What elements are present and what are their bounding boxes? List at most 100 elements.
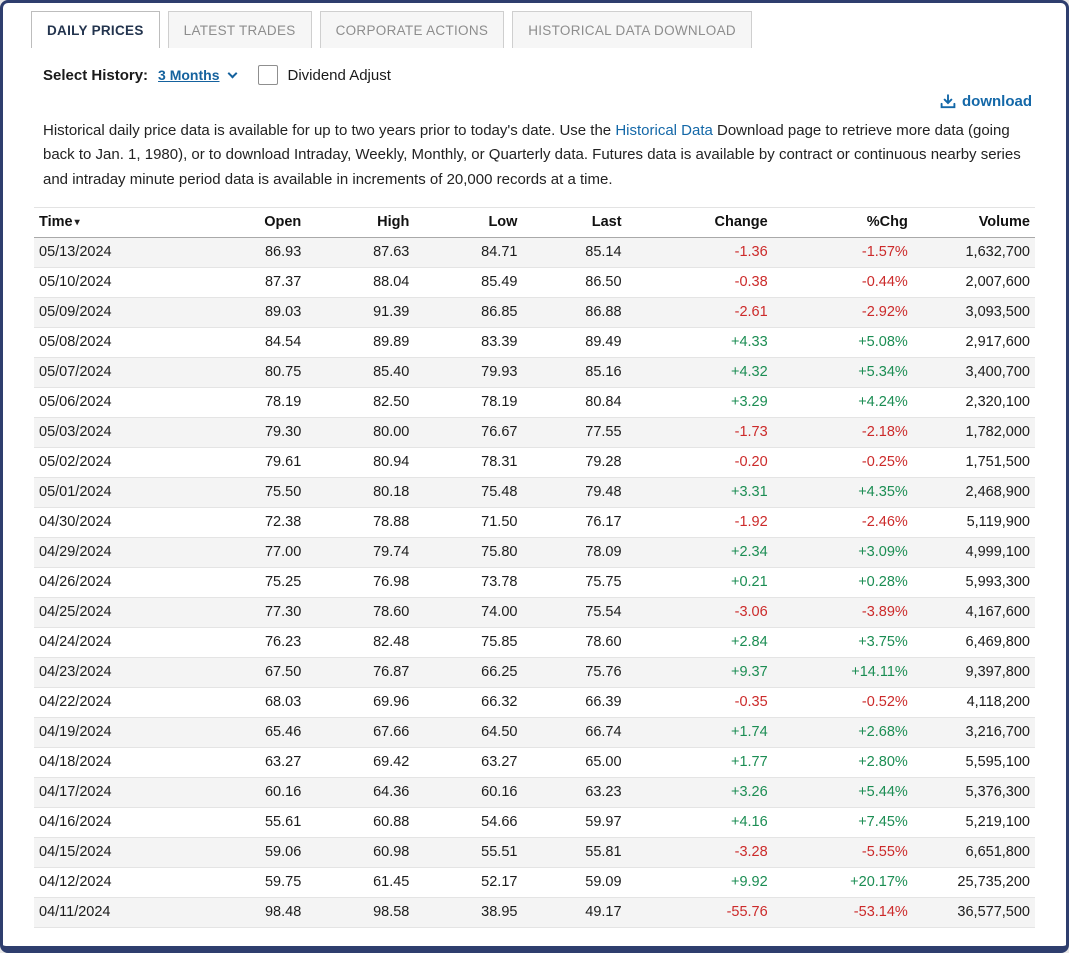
cell-last: 80.84 [522,387,626,417]
cell-open: 89.03 [206,297,306,327]
cell-last: 77.55 [522,417,626,447]
cell-time: 04/18/2024 [34,747,206,777]
cell-pct: -3.89% [773,597,913,627]
cell-low: 75.85 [414,627,522,657]
cell-volume: 1,632,700 [913,237,1035,267]
cell-high: 91.39 [306,297,414,327]
cell-open: 78.19 [206,387,306,417]
cell-high: 60.88 [306,807,414,837]
cell-low: 85.49 [414,267,522,297]
header-volume[interactable]: Volume [913,207,1035,237]
cell-last: 79.28 [522,447,626,477]
table-row: 05/06/202478.1982.5078.1980.84+3.29+4.24… [34,387,1035,417]
cell-last: 75.76 [522,657,626,687]
tab-daily-prices[interactable]: DAILY PRICES [31,11,160,48]
cell-open: 67.50 [206,657,306,687]
cell-change: -0.38 [627,267,773,297]
cell-pct: +5.34% [773,357,913,387]
header-last[interactable]: Last [522,207,626,237]
tab-historical-data-download[interactable]: HISTORICAL DATA DOWNLOAD [512,11,752,48]
cell-pct: +3.09% [773,537,913,567]
cell-change: -0.35 [627,687,773,717]
cell-change: +4.33 [627,327,773,357]
table-row: 05/08/202484.5489.8983.3989.49+4.33+5.08… [34,327,1035,357]
cell-volume: 4,999,100 [913,537,1035,567]
cell-last: 66.74 [522,717,626,747]
cell-volume: 5,376,300 [913,777,1035,807]
tab-corporate-actions[interactable]: CORPORATE ACTIONS [320,11,505,48]
cell-pct: +3.75% [773,627,913,657]
header-pctchg[interactable]: %Chg [773,207,913,237]
cell-pct: -0.25% [773,447,913,477]
header-high[interactable]: High [306,207,414,237]
history-dropdown[interactable]: 3 Months [158,67,235,83]
cell-low: 63.27 [414,747,522,777]
cell-open: 98.48 [206,897,306,927]
cell-last: 85.16 [522,357,626,387]
table-row: 05/02/202479.6180.9478.3179.28-0.20-0.25… [34,447,1035,477]
cell-last: 75.54 [522,597,626,627]
download-link[interactable]: download [940,93,1032,110]
cell-time: 05/08/2024 [34,327,206,357]
cell-pct: +7.45% [773,807,913,837]
cell-last: 89.49 [522,327,626,357]
cell-high: 79.74 [306,537,414,567]
table-row: 04/16/202455.6160.8854.6659.97+4.16+7.45… [34,807,1035,837]
cell-last: 85.14 [522,237,626,267]
cell-pct: -53.14% [773,897,913,927]
cell-open: 65.46 [206,717,306,747]
cell-high: 82.48 [306,627,414,657]
cell-low: 76.67 [414,417,522,447]
cell-volume: 1,751,500 [913,447,1035,477]
cell-pct: +14.11% [773,657,913,687]
cell-last: 63.23 [522,777,626,807]
select-history-label: Select History: [43,67,148,84]
cell-open: 77.30 [206,597,306,627]
dividend-adjust-checkbox[interactable] [258,65,278,85]
cell-last: 55.81 [522,837,626,867]
table-row: 04/30/202472.3878.8871.5076.17-1.92-2.46… [34,507,1035,537]
dividend-adjust-label: Dividend Adjust [288,67,391,84]
table-row: 04/29/202477.0079.7475.8078.09+2.34+3.09… [34,537,1035,567]
cell-high: 69.42 [306,747,414,777]
cell-open: 79.30 [206,417,306,447]
cell-time: 05/06/2024 [34,387,206,417]
cell-pct: +2.80% [773,747,913,777]
cell-volume: 2,007,600 [913,267,1035,297]
cell-time: 04/25/2024 [34,597,206,627]
table-row: 04/17/202460.1664.3660.1663.23+3.26+5.44… [34,777,1035,807]
cell-change: +1.77 [627,747,773,777]
cell-change: +4.16 [627,807,773,837]
header-time[interactable]: Time▾ [34,207,206,237]
cell-open: 77.00 [206,537,306,567]
cell-open: 60.16 [206,777,306,807]
cell-last: 49.17 [522,897,626,927]
historical-data-link[interactable]: Historical Data [615,122,713,139]
cell-low: 66.32 [414,687,522,717]
cell-pct: +5.08% [773,327,913,357]
cell-pct: -0.44% [773,267,913,297]
cell-low: 78.31 [414,447,522,477]
cell-open: 75.50 [206,477,306,507]
tab-latest-trades[interactable]: LATEST TRADES [168,11,312,48]
table-row: 05/13/202486.9387.6384.7185.14-1.36-1.57… [34,237,1035,267]
cell-open: 86.93 [206,237,306,267]
cell-pct: +2.68% [773,717,913,747]
cell-open: 55.61 [206,807,306,837]
cell-change: -1.92 [627,507,773,537]
cell-high: 67.66 [306,717,414,747]
header-change[interactable]: Change [627,207,773,237]
cell-open: 59.06 [206,837,306,867]
table-row: 04/23/202467.5076.8766.2575.76+9.37+14.1… [34,657,1035,687]
cell-low: 74.00 [414,597,522,627]
table-row: 04/26/202475.2576.9873.7875.75+0.21+0.28… [34,567,1035,597]
cell-last: 78.60 [522,627,626,657]
cell-time: 04/15/2024 [34,837,206,867]
header-open[interactable]: Open [206,207,306,237]
cell-last: 59.09 [522,867,626,897]
daily-prices-table: Time▾ Open High Low Last Change %Chg Vol… [34,207,1035,928]
table-row: 04/12/202459.7561.4552.1759.09+9.92+20.1… [34,867,1035,897]
header-low[interactable]: Low [414,207,522,237]
history-controls: Select History: 3 Months Dividend Adjust [43,65,1036,85]
cell-last: 75.75 [522,567,626,597]
